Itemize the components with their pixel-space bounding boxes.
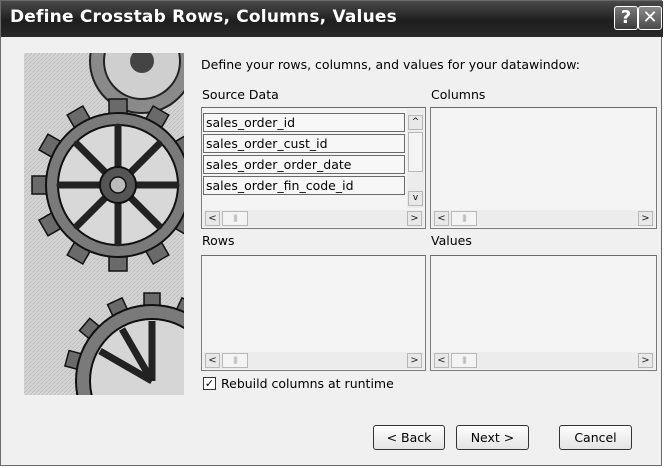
columns-label: Columns — [431, 87, 486, 102]
scroll-up-icon[interactable]: ^ — [408, 115, 423, 130]
source-data-label: Source Data — [202, 87, 279, 102]
help-icon[interactable]: ? — [614, 6, 638, 30]
list-item[interactable]: sales_order_fin_code_id — [203, 176, 405, 195]
scroll-right-icon[interactable]: > — [638, 211, 653, 226]
scroll-left-icon[interactable]: < — [205, 211, 220, 226]
values-list[interactable]: < ||| > — [430, 255, 657, 371]
window-title: Define Crosstab Rows, Columns, Values — [10, 7, 397, 27]
scroll-right-icon[interactable]: > — [407, 211, 422, 226]
scroll-thumb[interactable]: ||| — [451, 211, 477, 226]
columns-list[interactable]: < ||| > — [430, 107, 657, 229]
scroll-right-icon[interactable]: > — [638, 353, 653, 368]
scroll-thumb[interactable]: ||| — [451, 353, 477, 368]
horizontal-scrollbar[interactable]: < ||| > — [203, 352, 424, 369]
horizontal-scrollbar[interactable]: < ||| > — [432, 210, 655, 227]
next-button[interactable]: Next > — [456, 425, 529, 450]
gear-illustration — [24, 53, 184, 395]
vertical-scrollbar[interactable]: ^ v — [407, 109, 424, 208]
list-item[interactable]: sales_order_cust_id — [203, 134, 405, 153]
cancel-button[interactable]: Cancel — [559, 425, 632, 450]
dialog-window: Define Crosstab Rows, Columns, Values ? … — [0, 0, 663, 466]
rebuild-columns-label[interactable]: Rebuild columns at runtime — [221, 376, 394, 391]
scroll-thumb[interactable] — [408, 132, 423, 172]
title-bar[interactable]: Define Crosstab Rows, Columns, Values ? … — [1, 1, 663, 37]
rows-label: Rows — [202, 233, 235, 248]
scroll-right-icon[interactable]: > — [407, 353, 422, 368]
horizontal-scrollbar[interactable]: < ||| > — [432, 352, 655, 369]
scroll-down-icon[interactable]: v — [408, 191, 423, 206]
source-data-list[interactable]: sales_order_id sales_order_cust_id sales… — [201, 107, 426, 229]
scroll-left-icon[interactable]: < — [434, 353, 449, 368]
scroll-thumb[interactable]: ||| — [222, 353, 248, 368]
list-item[interactable]: sales_order_order_date — [203, 155, 405, 174]
values-label: Values — [431, 233, 472, 248]
back-button[interactable]: < Back — [373, 425, 445, 450]
scroll-left-icon[interactable]: < — [205, 353, 220, 368]
scroll-left-icon[interactable]: < — [434, 211, 449, 226]
close-icon[interactable]: ✕ — [638, 6, 662, 30]
instructions-text: Define your rows, columns, and values fo… — [201, 57, 580, 72]
scroll-thumb[interactable]: ||| — [222, 211, 248, 226]
list-item[interactable]: sales_order_id — [203, 113, 405, 132]
horizontal-scrollbar[interactable]: < ||| > — [203, 210, 424, 227]
rebuild-columns-checkbox[interactable]: ✓ — [203, 377, 216, 390]
rows-list[interactable]: < ||| > — [201, 255, 426, 371]
